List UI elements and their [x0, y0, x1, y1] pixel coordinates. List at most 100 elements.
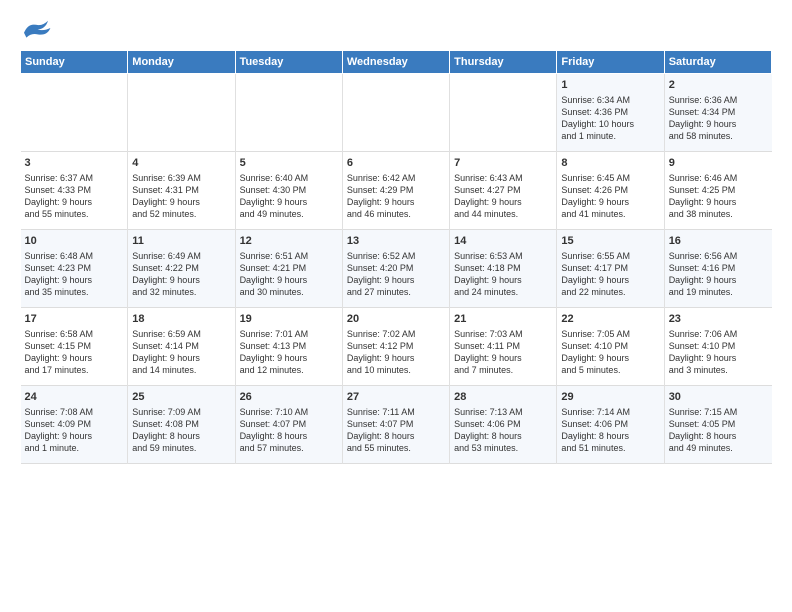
week-row-1: 1Sunrise: 6:34 AMSunset: 4:36 PMDaylight… [21, 74, 772, 152]
day-info: Sunrise: 6:37 AM [25, 172, 124, 184]
day-info: Sunrise: 6:36 AM [669, 94, 768, 106]
day-info: Daylight: 9 hours [454, 274, 552, 286]
header-day-tuesday: Tuesday [235, 51, 342, 74]
day-info: Sunrise: 7:10 AM [240, 406, 338, 418]
day-info: Sunset: 4:07 PM [347, 418, 445, 430]
day-info: Sunrise: 7:15 AM [669, 406, 768, 418]
day-number: 29 [561, 390, 659, 405]
day-info: Sunset: 4:15 PM [25, 340, 124, 352]
day-info: Sunrise: 7:13 AM [454, 406, 552, 418]
day-info: Daylight: 9 hours [347, 352, 445, 364]
day-info: Sunset: 4:11 PM [454, 340, 552, 352]
day-info: Sunset: 4:25 PM [669, 184, 768, 196]
day-info: Sunrise: 6:48 AM [25, 250, 124, 262]
day-info: and 17 minutes. [25, 364, 124, 376]
calendar-cell: 11Sunrise: 6:49 AMSunset: 4:22 PMDayligh… [128, 230, 235, 308]
day-info: Daylight: 9 hours [25, 430, 124, 442]
day-info: Sunrise: 6:51 AM [240, 250, 338, 262]
day-number: 20 [347, 312, 445, 327]
day-info: and 27 minutes. [347, 286, 445, 298]
day-info: and 49 minutes. [669, 442, 768, 454]
calendar-cell: 1Sunrise: 6:34 AMSunset: 4:36 PMDaylight… [557, 74, 664, 152]
day-info: Sunset: 4:12 PM [347, 340, 445, 352]
day-info: Sunrise: 7:01 AM [240, 328, 338, 340]
calendar-cell [21, 74, 128, 152]
day-info: Sunrise: 7:08 AM [25, 406, 124, 418]
day-info: Sunset: 4:34 PM [669, 106, 768, 118]
day-number: 6 [347, 156, 445, 171]
header-day-friday: Friday [557, 51, 664, 74]
day-info: Daylight: 9 hours [669, 352, 768, 364]
day-info: Sunrise: 7:14 AM [561, 406, 659, 418]
day-info: Daylight: 9 hours [669, 118, 768, 130]
day-info: Sunrise: 6:34 AM [561, 94, 659, 106]
day-info: Sunrise: 6:39 AM [132, 172, 230, 184]
day-number: 3 [25, 156, 124, 171]
calendar-cell: 26Sunrise: 7:10 AMSunset: 4:07 PMDayligh… [235, 386, 342, 464]
day-number: 2 [669, 78, 768, 93]
calendar-cell [235, 74, 342, 152]
day-info: and 3 minutes. [669, 364, 768, 376]
day-number: 14 [454, 234, 552, 249]
calendar-cell: 10Sunrise: 6:48 AMSunset: 4:23 PMDayligh… [21, 230, 128, 308]
day-number: 11 [132, 234, 230, 249]
calendar-cell: 5Sunrise: 6:40 AMSunset: 4:30 PMDaylight… [235, 152, 342, 230]
day-info: Daylight: 9 hours [454, 352, 552, 364]
calendar-cell: 23Sunrise: 7:06 AMSunset: 4:10 PMDayligh… [664, 308, 771, 386]
day-info: and 30 minutes. [240, 286, 338, 298]
calendar-cell: 8Sunrise: 6:45 AMSunset: 4:26 PMDaylight… [557, 152, 664, 230]
day-info: and 32 minutes. [132, 286, 230, 298]
day-info: and 14 minutes. [132, 364, 230, 376]
day-info: Daylight: 9 hours [132, 352, 230, 364]
calendar-cell: 18Sunrise: 6:59 AMSunset: 4:14 PMDayligh… [128, 308, 235, 386]
day-info: Daylight: 9 hours [132, 196, 230, 208]
calendar-cell: 13Sunrise: 6:52 AMSunset: 4:20 PMDayligh… [342, 230, 449, 308]
day-info: Sunset: 4:23 PM [25, 262, 124, 274]
day-info: Sunset: 4:08 PM [132, 418, 230, 430]
day-info: Daylight: 8 hours [347, 430, 445, 442]
day-info: Sunset: 4:07 PM [240, 418, 338, 430]
day-info: Sunset: 4:18 PM [454, 262, 552, 274]
day-info: Sunset: 4:36 PM [561, 106, 659, 118]
calendar-header-row: SundayMondayTuesdayWednesdayThursdayFrid… [21, 51, 772, 74]
day-info: and 24 minutes. [454, 286, 552, 298]
calendar-cell: 28Sunrise: 7:13 AMSunset: 4:06 PMDayligh… [450, 386, 557, 464]
page: SundayMondayTuesdayWednesdayThursdayFrid… [0, 0, 792, 612]
day-number: 23 [669, 312, 768, 327]
calendar-cell [450, 74, 557, 152]
day-info: Daylight: 9 hours [669, 274, 768, 286]
calendar-cell: 29Sunrise: 7:14 AMSunset: 4:06 PMDayligh… [557, 386, 664, 464]
day-number: 22 [561, 312, 659, 327]
day-number: 19 [240, 312, 338, 327]
calendar-cell [342, 74, 449, 152]
day-info: Sunrise: 7:09 AM [132, 406, 230, 418]
day-info: Sunset: 4:10 PM [561, 340, 659, 352]
calendar-cell: 4Sunrise: 6:39 AMSunset: 4:31 PMDaylight… [128, 152, 235, 230]
day-info: Sunrise: 6:45 AM [561, 172, 659, 184]
day-info: Daylight: 9 hours [347, 274, 445, 286]
day-info: Daylight: 8 hours [561, 430, 659, 442]
week-row-3: 10Sunrise: 6:48 AMSunset: 4:23 PMDayligh… [21, 230, 772, 308]
header-day-sunday: Sunday [21, 51, 128, 74]
day-info: and 55 minutes. [347, 442, 445, 454]
day-number: 7 [454, 156, 552, 171]
day-info: Daylight: 9 hours [240, 196, 338, 208]
day-info: Sunrise: 6:53 AM [454, 250, 552, 262]
day-info: Daylight: 9 hours [240, 274, 338, 286]
day-info: Daylight: 9 hours [669, 196, 768, 208]
day-number: 28 [454, 390, 552, 405]
day-info: and 44 minutes. [454, 208, 552, 220]
logo-icon [20, 16, 52, 40]
calendar-cell: 20Sunrise: 7:02 AMSunset: 4:12 PMDayligh… [342, 308, 449, 386]
day-info: Daylight: 9 hours [347, 196, 445, 208]
day-info: Sunset: 4:22 PM [132, 262, 230, 274]
calendar-cell: 24Sunrise: 7:08 AMSunset: 4:09 PMDayligh… [21, 386, 128, 464]
day-info: and 57 minutes. [240, 442, 338, 454]
day-info: and 22 minutes. [561, 286, 659, 298]
day-info: Sunrise: 6:59 AM [132, 328, 230, 340]
day-number: 30 [669, 390, 768, 405]
header-day-saturday: Saturday [664, 51, 771, 74]
day-number: 9 [669, 156, 768, 171]
day-info: Sunrise: 6:43 AM [454, 172, 552, 184]
day-info: Daylight: 9 hours [25, 274, 124, 286]
